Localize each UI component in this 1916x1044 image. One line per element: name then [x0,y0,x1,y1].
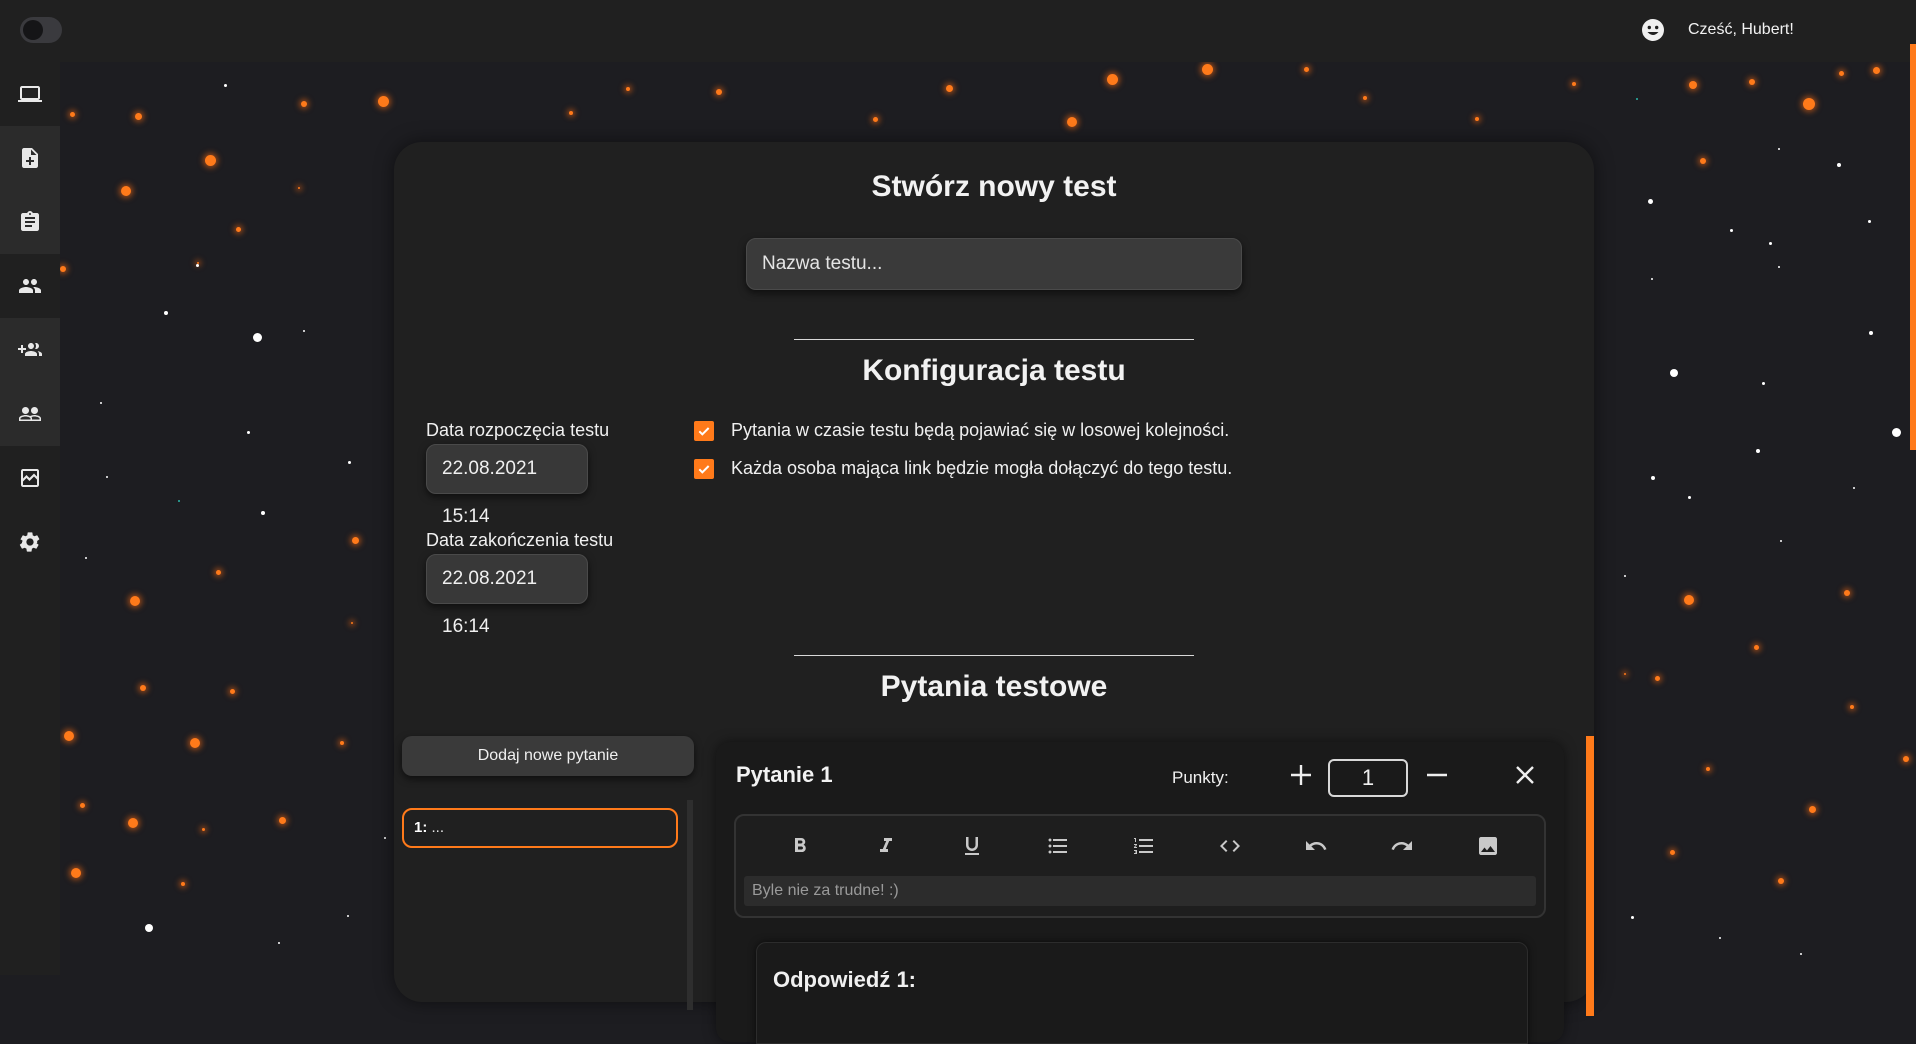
question-editor-panel: Pytanie 1 Punkty: 1 Byle nie za trudne! … [716,742,1564,1044]
question-number: 1: [414,819,428,836]
question-text-area[interactable]: Byle nie za trudne! :) [744,876,1536,906]
question-list-scrollbar[interactable] [687,800,693,1010]
start-date-field[interactable]: 22.08.2021 15:14 [426,444,588,527]
end-date-label: Data zakończenia testu [426,530,614,550]
underline-icon [965,837,979,855]
answer-card: Odpowiedź 1: [756,942,1528,1044]
test-name-input[interactable] [746,238,1242,290]
points-label: Punkty: [1172,768,1229,787]
checkbox-public-link[interactable] [694,458,714,479]
plus-icon [1291,765,1311,785]
insert-image-button[interactable] [1476,834,1500,858]
underline-button[interactable] [960,834,984,858]
user-greeting: Cześć, Hubert! [1688,21,1794,38]
code-button[interactable] [1218,834,1242,858]
numbered-list-icon [1134,838,1153,854]
sidebar-item-settings[interactable] [0,510,60,574]
page-title: Stwórz nowy test [871,170,1117,203]
add-question-button[interactable]: Dodaj nowe pytanie [402,736,694,776]
checkmark-icon [698,464,710,474]
page-scrollbar[interactable] [1910,44,1916,450]
points-input[interactable]: 1 [1328,759,1408,797]
create-test-card: Stwórz nowy test Konfiguracja testu Data… [394,142,1594,1044]
sidebar-item-results[interactable] [0,446,60,510]
user-smiley-icon[interactable] [1641,18,1665,42]
italic-button[interactable] [874,834,898,858]
analytics-icon [21,469,39,487]
top-bar: Cześć, Hubert! [0,0,1916,62]
option-public-link[interactable]: Każda osoba mająca link będzie mogła doł… [694,458,1232,479]
option-random-order[interactable]: Pytania w czasie testu będą pojawiać się… [694,420,1229,441]
end-date-field[interactable]: 22.08.2021 16:14 [426,554,588,637]
people-outline-icon [19,407,41,421]
divider [794,339,1194,340]
sidebar-item-tests[interactable] [0,190,60,254]
undo-icon [1306,841,1327,850]
people-icon [19,279,41,293]
delete-question-button[interactable] [1512,762,1538,788]
redo-icon [1391,841,1412,850]
bold-icon [795,838,806,852]
sidebar-item-add-group[interactable] [0,318,60,382]
sidebar-item-create-test[interactable] [0,126,60,190]
decrease-points-button[interactable] [1424,762,1450,788]
rich-text-editor: Byle nie za trudne! :) [734,814,1546,918]
option-random-order-label: Pytania w czasie testu będą pojawiać się… [731,420,1230,440]
bullet-list-icon [1048,838,1067,854]
checkbox-random-order[interactable] [694,420,714,441]
theme-toggle[interactable] [20,17,62,43]
bold-button[interactable] [788,834,812,858]
question-title: Pytanie 1 [736,762,833,787]
start-date-label: Data rozpoczęcia testu [426,420,610,440]
gear-icon [19,532,40,552]
answer-title: Odpowiedź 1: [773,967,916,992]
add-document-icon [22,148,38,168]
question-preview: ... [431,819,445,836]
bullet-list-button[interactable] [1046,834,1070,858]
redo-button[interactable] [1390,834,1414,858]
sidebar-item-users[interactable] [0,254,60,318]
config-section-title: Konfiguracja testu [862,354,1126,387]
code-icon [1220,840,1240,852]
italic-icon [880,838,892,852]
increase-points-button[interactable] [1288,762,1314,788]
image-icon [1479,837,1497,855]
group-add-icon [18,343,42,356]
sidebar-nav [0,62,60,975]
numbered-list-button[interactable] [1132,834,1156,858]
sidebar-item-groups[interactable] [0,382,60,446]
minus-icon [1427,773,1447,777]
laptop-icon [18,86,42,102]
checkmark-icon [698,426,710,436]
undo-button[interactable] [1304,834,1328,858]
close-icon [1516,766,1534,784]
option-public-link-label: Każda osoba mająca link będzie mogła doł… [731,458,1233,478]
sidebar-item-dashboard[interactable] [0,62,60,126]
question-list-item[interactable]: 1: ... [402,808,678,848]
questions-section-title: Pytania testowe [880,670,1108,703]
clipboard-icon [21,211,39,231]
divider [794,655,1194,656]
question-panel-scrollbar[interactable] [1586,736,1594,1016]
